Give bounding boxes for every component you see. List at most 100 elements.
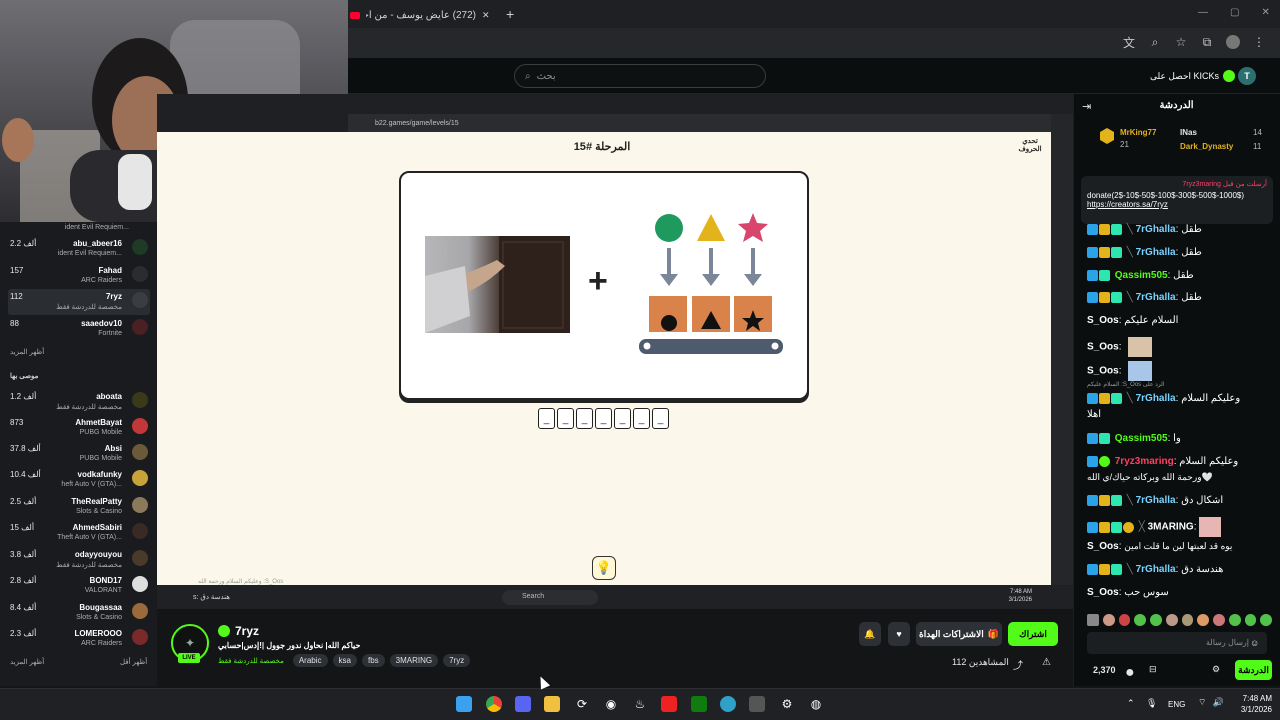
answer-letter-box[interactable]: _ [538, 408, 555, 429]
emote-icon[interactable] [1197, 614, 1209, 626]
pinned-link[interactable]: https://creators.sa/7ryz [1087, 200, 1267, 209]
stream-tag[interactable]: 3MARING [389, 654, 439, 667]
chat-username[interactable]: Qassim505 [1115, 270, 1168, 281]
emote-icon[interactable] [1228, 614, 1241, 626]
emote-icon[interactable] [1181, 614, 1194, 626]
chat-username[interactable]: 7rGhalla [1136, 292, 1176, 303]
sidebar-channel[interactable]: 15 ألف AhmedSabiri ...Theft Auto V (GTA) [8, 520, 150, 546]
send-chat-button[interactable]: الدردشة [1235, 660, 1272, 680]
chat-username[interactable]: S_Oos [1087, 342, 1119, 353]
leader-name[interactable]: MrKing77 [1120, 128, 1156, 137]
chat-username[interactable]: 7rGhalla [1136, 393, 1176, 404]
emoji-picker-icon[interactable]: ☺ [1250, 638, 1259, 648]
answer-letter-box[interactable]: _ [595, 408, 612, 429]
show-less-link[interactable]: أظهر أقل [120, 658, 147, 666]
leader-name[interactable]: INas [1180, 128, 1197, 137]
store-icon[interactable] [749, 696, 765, 712]
stream-tag[interactable]: fbs [361, 654, 385, 667]
answer-letter-box[interactable]: _ [652, 408, 669, 429]
sidebar-channel-active[interactable]: 112 7ryz مخصصة للدردشة فقط [8, 289, 150, 315]
restore-button[interactable]: ▢ [1230, 7, 1239, 18]
hint-button[interactable]: 💡 [592, 556, 616, 580]
close-button[interactable]: ✕ [1261, 7, 1269, 18]
streamer-name-row[interactable]: 7ryz [218, 624, 259, 638]
subscribe-button[interactable]: اشتراك [1008, 622, 1058, 646]
system-clock[interactable]: 7:48 AM 3/1/2026 [1230, 693, 1272, 715]
answer-letter-box[interactable]: _ [614, 408, 631, 429]
chat-username[interactable]: 7rGhalla [1136, 247, 1176, 258]
emote-icon[interactable] [1244, 614, 1257, 626]
sidebar-channel[interactable]: 88 saaedov10 Fortnite [8, 316, 150, 342]
tray-chevron-icon[interactable]: ⌃ [1127, 698, 1135, 709]
stream-tag[interactable]: 7ryz [443, 654, 471, 667]
language-indicator[interactable]: ENG [1168, 700, 1185, 709]
chat-username[interactable]: 7rGhalla [1136, 495, 1176, 506]
bookmark-star-icon[interactable]: ☆ [1174, 35, 1188, 49]
emote-icon[interactable] [1150, 614, 1162, 626]
notifications-button[interactable]: 🔔 [859, 622, 881, 646]
channel-points[interactable]: 2,370 [1093, 665, 1116, 675]
steam-icon[interactable]: ♨ [632, 696, 648, 712]
sidebar-channel[interactable]: 2.2 ألف abu_abeer16 ...ident Evil Requie… [8, 236, 150, 262]
menu-dots-icon[interactable]: ⋮ [1252, 35, 1266, 49]
emote-icon[interactable] [1213, 614, 1225, 626]
xbox-icon[interactable] [691, 696, 707, 712]
sidebar-channel[interactable]: 157 Fahad ARC Raiders [8, 263, 150, 289]
chat-username[interactable]: 7rGhalla [1136, 224, 1176, 235]
chat-username[interactable]: 7ryz3maring [1115, 456, 1174, 467]
emote-icon[interactable] [1102, 614, 1115, 626]
new-tab-button[interactable]: + [506, 6, 514, 22]
emote-icon[interactable] [1134, 614, 1146, 626]
chat-username[interactable]: 3MARING [1148, 522, 1194, 533]
stream-tag[interactable]: Arabic [292, 654, 328, 667]
share-icon[interactable]: ⤴ [1013, 657, 1023, 672]
answer-letter-box[interactable]: _ [633, 408, 650, 429]
emote-icon[interactable] [1118, 614, 1131, 626]
youtube-music-icon[interactable] [661, 696, 677, 712]
obs-icon[interactable]: ◉ [603, 696, 619, 712]
chat-username[interactable]: 7rGhalla [1136, 564, 1176, 575]
chat-username[interactable]: Qassim505 [1115, 433, 1168, 444]
sidebar-channel[interactable]: 1.2 ألف aboata مخصصة للدردشة فقط [8, 389, 150, 415]
chrome-icon[interactable] [486, 696, 502, 712]
sync-icon[interactable]: ⟳ [574, 696, 590, 712]
speaker-icon[interactable]: 🔊 [1212, 697, 1223, 708]
gift-subs-button[interactable]: الاشتراكات الهداة 🎁 [916, 622, 1002, 646]
file-explorer-icon[interactable] [544, 696, 560, 712]
settings-icon[interactable]: ⚙ [779, 696, 795, 712]
discord-icon[interactable] [515, 696, 531, 712]
answer-letter-box[interactable]: _ [557, 408, 574, 429]
gift-icon[interactable]: ⊟ [1149, 664, 1157, 675]
emote-icon[interactable] [1165, 614, 1178, 626]
translate-icon[interactable]: 文 [1122, 35, 1136, 50]
wifi-icon[interactable]: ⌔ [1198, 697, 1206, 708]
sidebar-channel[interactable]: 8.4 ألف Bougassaa Slots & Casino [8, 600, 150, 626]
settings-gear-icon[interactable]: ⚙ [1212, 664, 1220, 675]
report-icon[interactable]: ⚠ [1042, 657, 1051, 668]
chat-username[interactable]: S_Oos [1087, 541, 1119, 552]
sidebar-channel[interactable]: 10.4 ألف vodkafunky ...heft Auto V (GTA) [8, 467, 150, 493]
emote-icon[interactable] [1260, 614, 1272, 626]
zoom-icon[interactable]: ⌕ [1148, 35, 1162, 49]
chat-username[interactable]: S_Oos [1087, 587, 1119, 598]
chat-username[interactable]: S_Oos [1087, 315, 1119, 326]
stream-tag[interactable]: ksa [332, 654, 357, 667]
favorite-button[interactable]: ♥ [888, 622, 910, 646]
leader-name[interactable]: Dark_Dynasty [1180, 142, 1233, 151]
get-kicks-button[interactable]: احصل على KICKs [1150, 66, 1236, 86]
stream-category[interactable]: مخصصة للدردشة فقط [218, 657, 284, 665]
emote-icon[interactable] [1087, 614, 1099, 626]
chat-username[interactable]: S_Oos [1087, 366, 1119, 377]
windows-start-icon[interactable] [456, 696, 472, 712]
close-tab-icon[interactable]: ✕ [482, 10, 490, 21]
recorder-icon[interactable]: ◍ [808, 696, 824, 712]
sidebar-channel[interactable]: 3.8 ألف odayyouyou مخصصة للدردشة فقط [8, 547, 150, 573]
user-avatar[interactable]: T [1238, 67, 1256, 85]
sidebar-channel[interactable]: 2.8 ألف BOND17 VALORANT [8, 573, 150, 599]
sidebar-channel[interactable]: 37.8 ألف Absi PUBG Mobile [8, 441, 150, 467]
extensions-icon[interactable]: ⧉ [1200, 35, 1214, 49]
sidebar-channel[interactable]: 2.5 ألف TheRealPatty Slots & Casino [8, 494, 150, 520]
chat-input[interactable]: إرسال رسالة [1087, 632, 1267, 654]
edge-icon[interactable] [720, 696, 736, 712]
microphone-icon[interactable]: 🎙 [1146, 698, 1157, 709]
